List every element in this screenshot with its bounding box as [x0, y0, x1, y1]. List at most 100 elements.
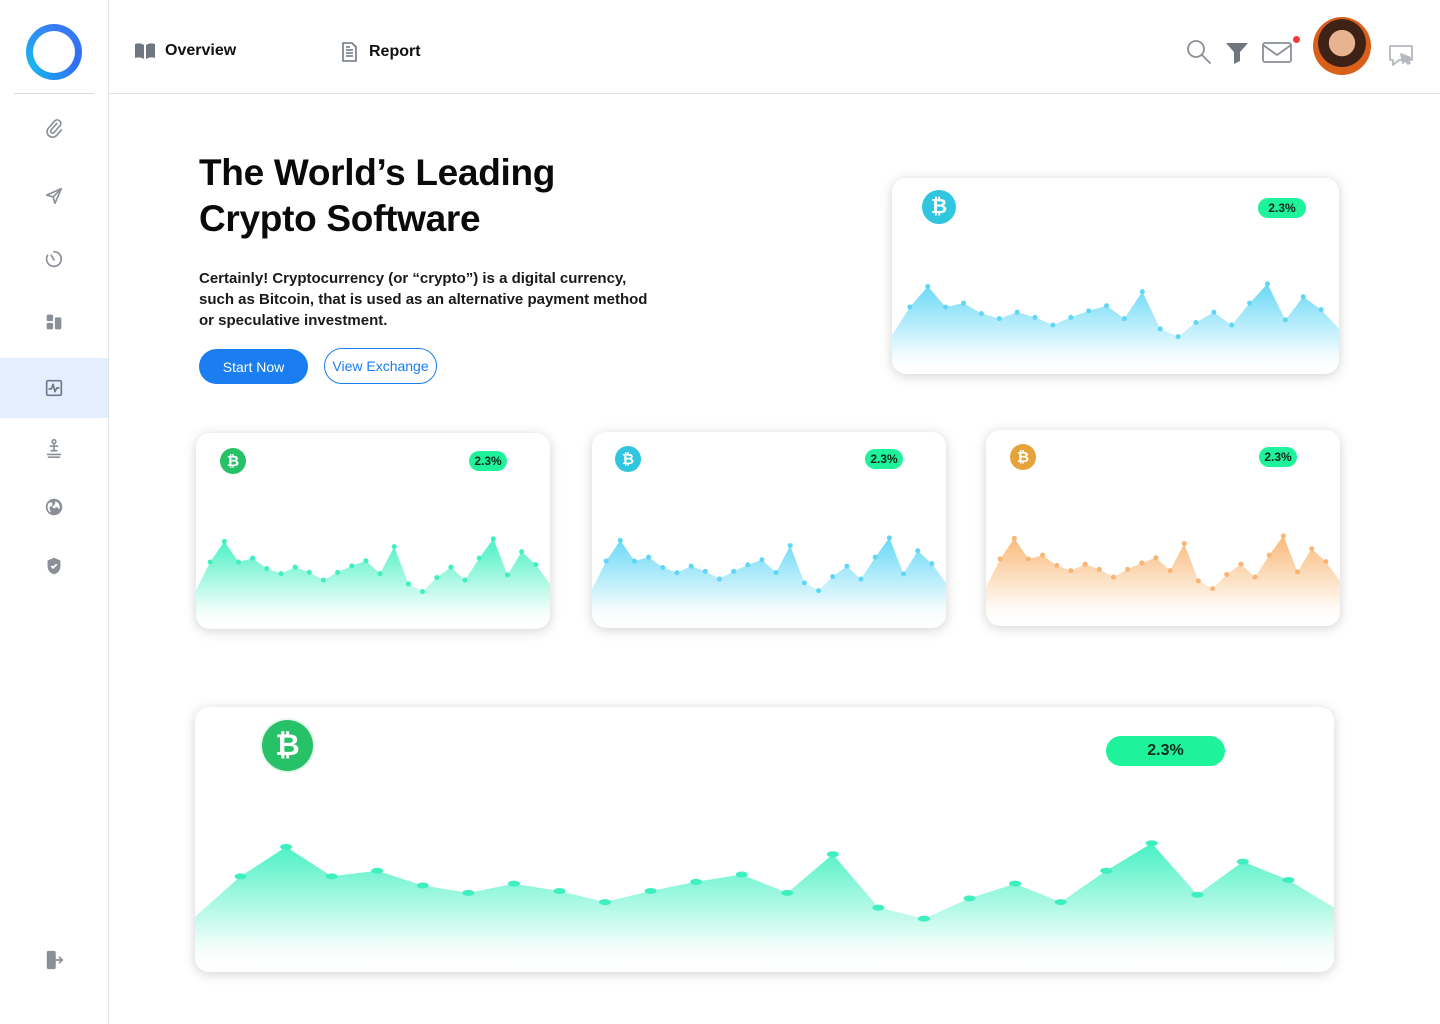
start-now-button[interactable]: Start Now — [199, 349, 308, 384]
chart-point — [978, 310, 984, 316]
change-badge: 2.3% — [1259, 447, 1297, 467]
chart-point — [280, 843, 293, 850]
view-exchange-button[interactable]: View Exchange — [324, 348, 437, 384]
chart-area — [196, 538, 550, 629]
chart-point — [660, 564, 666, 570]
logout-button[interactable] — [0, 930, 108, 990]
chart-point — [1125, 566, 1131, 572]
chart-point — [1247, 300, 1253, 306]
title-line-1: The World’s Leading — [199, 152, 556, 193]
chart-point — [631, 558, 637, 564]
chart-point — [1318, 307, 1324, 313]
chart-point — [644, 888, 657, 895]
chart-point — [997, 556, 1003, 562]
chart-point — [1032, 314, 1038, 320]
chart-point — [1068, 314, 1074, 320]
crypto-card-large[interactable]: ₿ 2.3% — [195, 707, 1334, 972]
chat-icon[interactable] — [1387, 42, 1417, 70]
change-badge: 2.3% — [1258, 198, 1306, 218]
chart-point — [1068, 568, 1074, 574]
shield-check-icon — [47, 557, 61, 575]
nav-overview[interactable]: Overview — [133, 39, 236, 63]
bitcoin-icon: ₿ — [1010, 444, 1036, 470]
change-badge: 2.3% — [469, 451, 507, 471]
chart-point — [434, 574, 440, 580]
chart-point — [490, 536, 496, 542]
user-podium-icon — [46, 438, 62, 458]
chart-point — [1236, 858, 1249, 865]
chart-point — [844, 563, 850, 569]
chart-point — [826, 851, 839, 858]
sidebar-item-send[interactable] — [0, 166, 108, 226]
change-badge: 2.3% — [865, 449, 903, 469]
chart-point — [1157, 326, 1163, 332]
price-chart — [195, 840, 1334, 972]
avatar[interactable] — [1313, 17, 1371, 75]
nav-report-label: Report — [369, 43, 421, 60]
filter-icon[interactable] — [1223, 38, 1251, 66]
nav-report[interactable]: Report — [337, 40, 421, 64]
chart-point — [915, 548, 921, 554]
chart-point — [1295, 569, 1301, 575]
chart-area — [986, 535, 1340, 626]
chart-point — [1195, 578, 1201, 584]
crypto-card-1[interactable]: ₿ 2.3% — [196, 433, 550, 629]
chart-point — [716, 576, 722, 582]
chart-point — [1040, 552, 1046, 558]
chart-point — [886, 535, 892, 541]
chart-point — [1238, 561, 1244, 567]
chart-point — [731, 568, 737, 574]
chart-point — [674, 570, 680, 576]
chart-point — [1309, 546, 1315, 552]
chart-point — [1100, 867, 1113, 874]
sidebar-item-globe[interactable] — [0, 477, 108, 537]
mail-icon[interactable] — [1261, 38, 1293, 66]
chart-point — [1191, 891, 1204, 898]
crypto-card-top[interactable]: ₿ 2.3% — [892, 178, 1339, 374]
chart-point — [519, 549, 525, 555]
chart-point — [462, 889, 475, 896]
logout-icon — [46, 950, 64, 970]
chart-point — [207, 559, 213, 565]
sidebar-item-user-podium[interactable] — [0, 418, 108, 478]
chart-point — [1210, 586, 1216, 592]
chart-point — [533, 562, 539, 568]
chart-point — [1282, 877, 1295, 883]
chart-point — [617, 537, 623, 543]
chart-point — [1280, 533, 1286, 539]
book-icon — [135, 43, 155, 59]
sidebar-item-timer[interactable] — [0, 229, 108, 289]
price-chart — [196, 536, 550, 629]
chart-point — [553, 888, 566, 895]
chart-point — [1050, 322, 1056, 328]
chart-area — [892, 283, 1339, 374]
price-chart — [892, 281, 1339, 374]
title-line-2: Crypto Software — [199, 198, 481, 239]
chart-point — [1011, 535, 1017, 541]
sidebar — [0, 0, 109, 1024]
chart-point — [1211, 309, 1217, 315]
sidebar-item-attachments[interactable] — [0, 98, 108, 158]
search-icon[interactable] — [1185, 38, 1213, 66]
crypto-card-3[interactable]: ₿ 2.3% — [986, 430, 1340, 626]
sidebar-item-activity[interactable] — [0, 358, 108, 418]
chart-area — [592, 537, 946, 628]
chart-point — [901, 571, 907, 577]
sidebar-item-security[interactable] — [0, 536, 108, 596]
chart-point — [405, 581, 411, 587]
chart-point — [306, 569, 312, 575]
chart-point — [235, 559, 241, 565]
chart-point — [929, 561, 935, 567]
chart-point — [917, 915, 930, 922]
crypto-card-2[interactable]: ₿ 2.3% — [592, 432, 946, 628]
chart-point — [646, 554, 652, 560]
chart-point — [1252, 574, 1258, 580]
sidebar-item-dashboard[interactable] — [0, 292, 108, 352]
chart-point — [234, 873, 247, 880]
chart-point — [1300, 294, 1306, 300]
document-icon — [342, 42, 357, 62]
chart-point — [292, 564, 298, 570]
chart-point — [759, 557, 765, 563]
app-logo[interactable] — [26, 24, 82, 80]
chart-point — [1153, 555, 1159, 561]
